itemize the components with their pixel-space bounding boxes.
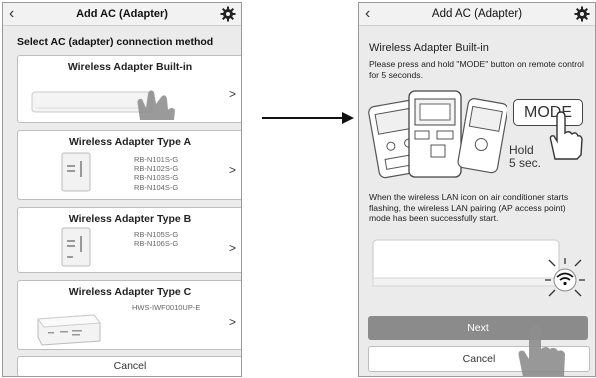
indoor-unit-hand-icon [31,90,175,120]
adapter-b-icon [61,227,91,267]
model-list: HWS-IWF0010UP-E [132,303,201,312]
header-title: Add AC (Adapter) [76,8,168,20]
option-type-a[interactable]: Wireless Adapter Type A RB-N101S-G RB-N1… [17,130,241,200]
header-bar: ‹ Add AC (Adapter) [3,3,241,26]
instruction-text: Please press and hold "MODE" button on r… [369,59,584,80]
chevron-right-icon: > [228,315,236,329]
result-text: When the wireless LAN icon on air condit… [369,192,569,224]
option-title: Wireless Adapter Built-in [67,61,193,73]
option-title: Wireless Adapter Type B [68,213,192,225]
arrow-right-icon [262,112,354,124]
right-phone-screen: ‹ Add AC (Adapter) Wireless Adapter Buil… [358,2,596,377]
chevron-right-icon: > [228,87,236,101]
option-built-in[interactable]: Wireless Adapter Built-in > [17,55,241,123]
model-list: RB-N101S-G RB-N102S-G RB-N103S-G RB-N104… [134,155,179,192]
option-type-b[interactable]: Wireless Adapter Type B RB-N105S-G RB-N1… [17,207,241,273]
option-type-c[interactable]: Wireless Adapter Type C HWS-IWF0010UP-E … [17,280,241,350]
remote-controls-illustration [368,90,507,179]
chevron-right-icon: > [228,241,236,255]
adapter-a-icon [61,152,91,192]
model-list: RB-N105S-G RB-N106S-G [134,230,179,249]
left-phone-screen: ‹ Add AC (Adapter) Select AC (adapter) c… [2,2,242,377]
press-finger-icon [549,111,583,160]
ac-unit-wifi-illustration [372,239,585,297]
header-title: Add AC (Adapter) [431,8,523,20]
header-bar: ‹ Add AC (Adapter) [359,3,595,26]
gear-icon[interactable] [574,6,590,22]
chevron-right-icon: > [228,163,236,177]
tap-hand-icon [518,325,565,376]
option-title: Wireless Adapter Type C [68,286,192,298]
option-title: Wireless Adapter Type A [68,136,192,148]
page-subtitle: Select AC (adapter) connection method [17,36,214,48]
section-heading: Wireless Adapter Built-in [369,42,489,54]
hold-instruction: Hold 5 sec. [509,143,542,170]
adapter-c-icon [37,314,101,346]
gear-icon[interactable] [220,6,236,22]
cancel-button[interactable]: Cancel [17,356,241,376]
